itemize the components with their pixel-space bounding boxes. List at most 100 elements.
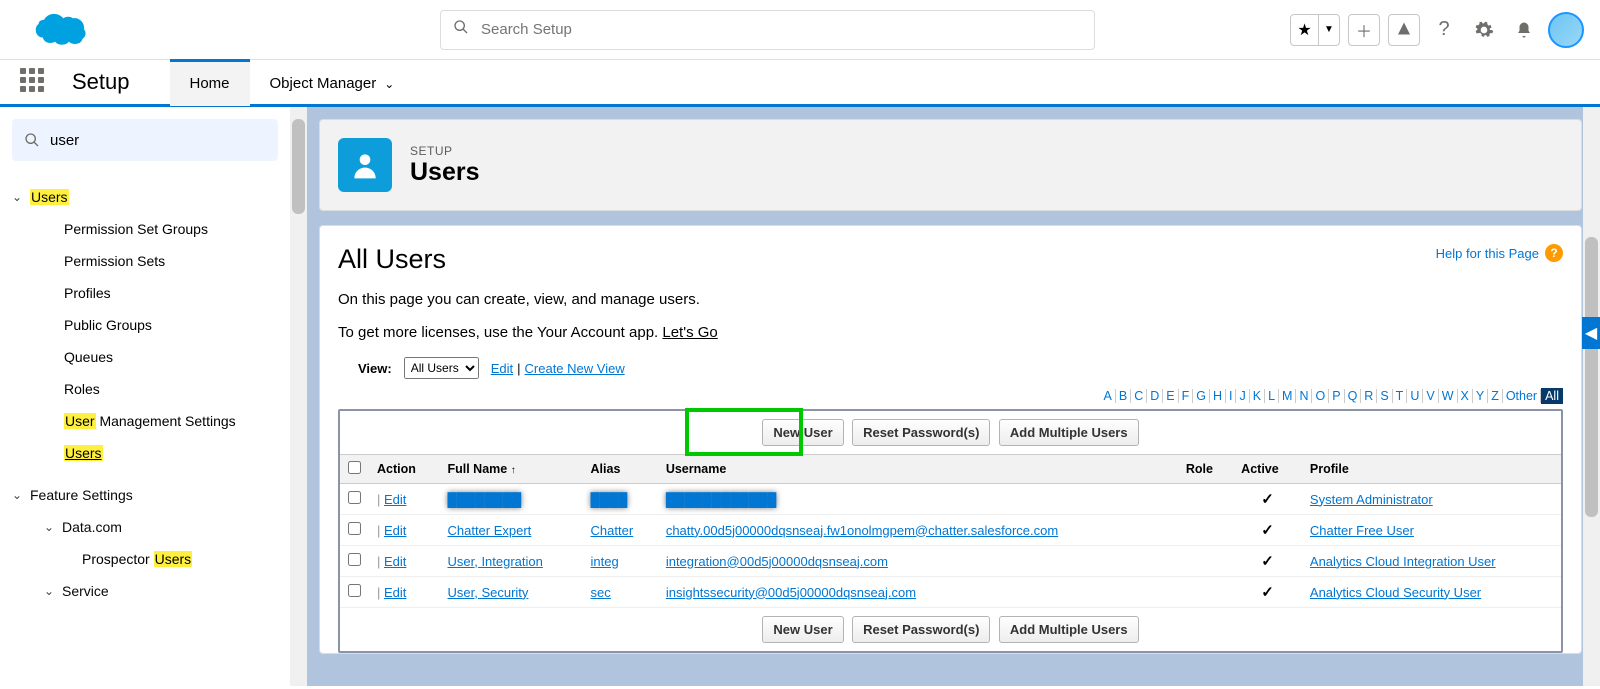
col-profile[interactable]: Profile — [1302, 455, 1561, 484]
edit-link[interactable]: Edit — [384, 585, 406, 600]
username-link[interactable]: integration@00d5j00000dqsnseaj.com — [666, 554, 888, 569]
avatar[interactable] — [1548, 12, 1584, 48]
full-name-link[interactable]: Chatter Expert — [447, 523, 531, 538]
username-link[interactable]: ████████████ — [666, 492, 777, 507]
alias-link[interactable]: Chatter — [591, 523, 634, 538]
alpha-letter[interactable]: R — [1361, 389, 1377, 403]
content-scrollbar[interactable] — [1583, 107, 1600, 686]
reset-password-button-bottom[interactable]: Reset Password(s) — [852, 616, 990, 643]
sidebar-search[interactable] — [12, 119, 278, 161]
col-role[interactable]: Role — [1178, 455, 1233, 484]
sidebar-item-user-mgmt[interactable]: User Management Settings — [12, 405, 278, 437]
alpha-letter[interactable]: J — [1236, 389, 1249, 403]
row-checkbox[interactable] — [348, 584, 361, 597]
full-name-link[interactable]: ████████ — [447, 492, 521, 507]
alpha-letter[interactable]: V — [1423, 389, 1438, 403]
global-search-input[interactable] — [481, 21, 1082, 38]
sidebar-item-perm-set-groups[interactable]: Permission Set Groups — [12, 213, 278, 245]
lets-go-link[interactable]: Let's Go — [662, 324, 717, 341]
alpha-letter[interactable]: O — [1312, 389, 1329, 403]
favorites-dropdown[interactable]: ▼ — [1319, 15, 1339, 45]
alpha-letter[interactable]: B — [1116, 389, 1131, 403]
bell-icon[interactable] — [1508, 14, 1540, 46]
global-search[interactable] — [440, 10, 1095, 50]
help-link[interactable]: Help for this Page ? — [1436, 244, 1563, 262]
profile-link[interactable]: Analytics Cloud Integration User — [1310, 554, 1496, 569]
sidebar-item-roles[interactable]: Roles — [12, 373, 278, 405]
sidebar-item-data-com[interactable]: ⌄ Data.com — [12, 511, 278, 543]
edit-link[interactable]: Edit — [384, 492, 406, 507]
alpha-letter[interactable]: I — [1226, 389, 1236, 403]
salesforce-help-icon[interactable] — [1388, 14, 1420, 46]
edit-view-link[interactable]: Edit — [491, 361, 513, 376]
alpha-letter[interactable]: E — [1163, 389, 1178, 403]
add-multiple-users-button[interactable]: Add Multiple Users — [999, 419, 1139, 446]
alpha-letter[interactable]: D — [1147, 389, 1163, 403]
col-username[interactable]: Username — [658, 455, 1178, 484]
view-select[interactable]: All Users — [404, 357, 479, 379]
alias-link[interactable]: sec — [591, 585, 611, 600]
sidebar-item-users-root[interactable]: ⌄ Users — [12, 181, 278, 213]
sidebar-item-prospector-users[interactable]: Prospector Users — [12, 543, 278, 575]
sidebar-item-public-groups[interactable]: Public Groups — [12, 309, 278, 341]
alpha-letter[interactable]: K — [1250, 389, 1265, 403]
username-link[interactable]: insightssecurity@00d5j00000dqsnseaj.com — [666, 585, 916, 600]
plus-icon[interactable]: ＋ — [1348, 14, 1380, 46]
profile-link[interactable]: Chatter Free User — [1310, 523, 1414, 538]
alpha-letter[interactable]: C — [1131, 389, 1147, 403]
alpha-letter[interactable]: F — [1179, 389, 1194, 403]
edit-link[interactable]: Edit — [384, 554, 406, 569]
tab-home[interactable]: Home — [170, 59, 250, 106]
alpha-letter[interactable]: T — [1393, 389, 1408, 403]
add-multiple-users-button-bottom[interactable]: Add Multiple Users — [999, 616, 1139, 643]
alpha-letter[interactable]: W — [1439, 389, 1458, 403]
sidebar-scrollbar[interactable] — [290, 107, 307, 686]
gear-icon[interactable] — [1468, 14, 1500, 46]
sidebar-search-input[interactable] — [50, 132, 266, 149]
row-checkbox[interactable] — [348, 522, 361, 535]
panel-handle[interactable]: ◀ — [1582, 317, 1600, 349]
col-full-name[interactable]: Full Name ↑ — [439, 455, 582, 484]
new-user-button-bottom[interactable]: New User — [762, 616, 843, 643]
help-icon[interactable]: ? — [1428, 14, 1460, 46]
sidebar-item-users[interactable]: Users — [12, 437, 278, 469]
profile-link[interactable]: System Administrator — [1310, 492, 1433, 507]
alpha-letter[interactable]: M — [1279, 389, 1296, 403]
new-user-button[interactable]: New User — [762, 419, 843, 446]
app-launcher-icon[interactable] — [20, 68, 48, 96]
sidebar-item-profiles[interactable]: Profiles — [12, 277, 278, 309]
alpha-letter[interactable]: H — [1210, 389, 1226, 403]
username-link[interactable]: chatty.00d5j00000dqsnseaj.fw1onolmgpem@c… — [666, 523, 1058, 538]
sidebar-item-feature-settings[interactable]: ⌄ Feature Settings — [12, 479, 278, 511]
edit-link[interactable]: Edit — [384, 523, 406, 538]
alpha-letter[interactable]: S — [1377, 389, 1392, 403]
col-action[interactable]: Action — [369, 455, 439, 484]
alpha-letter[interactable]: X — [1458, 389, 1473, 403]
tab-object-manager[interactable]: Object Manager ⌄ — [250, 59, 415, 106]
create-view-link[interactable]: Create New View — [525, 361, 625, 376]
col-active[interactable]: Active — [1233, 455, 1302, 484]
alpha-letter[interactable]: N — [1296, 389, 1312, 403]
col-alias[interactable]: Alias — [583, 455, 658, 484]
full-name-link[interactable]: User, Security — [447, 585, 528, 600]
alpha-letter[interactable]: G — [1193, 389, 1210, 403]
row-checkbox[interactable] — [348, 491, 361, 504]
alpha-letter[interactable]: A — [1101, 389, 1116, 403]
sidebar-item-queues[interactable]: Queues — [12, 341, 278, 373]
alpha-letter[interactable]: P — [1329, 389, 1344, 403]
alias-link[interactable]: integ — [591, 554, 619, 569]
alpha-letter[interactable]: Q — [1345, 389, 1362, 403]
favorites-group[interactable]: ★ ▼ — [1290, 14, 1340, 46]
star-icon[interactable]: ★ — [1291, 15, 1319, 45]
reset-password-button[interactable]: Reset Password(s) — [852, 419, 990, 446]
alpha-letter[interactable]: Z — [1488, 389, 1503, 403]
select-all-checkbox[interactable] — [348, 461, 361, 474]
sidebar-item-perm-sets[interactable]: Permission Sets — [12, 245, 278, 277]
alpha-other[interactable]: Other — [1503, 389, 1541, 403]
alpha-letter[interactable]: U — [1407, 389, 1423, 403]
full-name-link[interactable]: User, Integration — [447, 554, 542, 569]
alias-link[interactable]: ████ — [591, 492, 628, 507]
alpha-letter[interactable]: L — [1265, 389, 1279, 403]
row-checkbox[interactable] — [348, 553, 361, 566]
profile-link[interactable]: Analytics Cloud Security User — [1310, 585, 1481, 600]
